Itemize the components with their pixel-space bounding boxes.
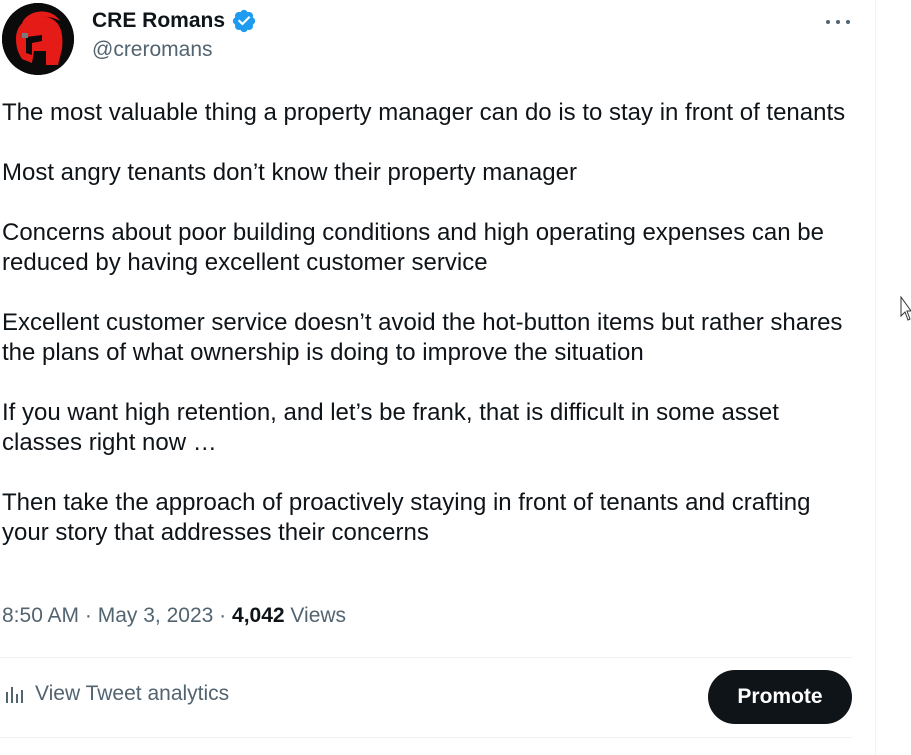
tweet-date[interactable]: May 3, 2023: [98, 604, 214, 627]
views-count: 4,042: [232, 604, 285, 627]
author-display-name[interactable]: CRE Romans: [92, 9, 225, 33]
meta-separator: ·: [219, 604, 227, 627]
author-handle[interactable]: @creromans: [92, 38, 257, 62]
tweet-metadata: 8:50 AM · May 3, 2023 · 4,042 Views: [2, 604, 346, 628]
promote-button[interactable]: Promote: [708, 670, 852, 724]
tweet-paragraph: The most valuable thing a property manag…: [2, 99, 846, 126]
tweet-text: The most valuable thing a property manag…: [2, 98, 862, 548]
author-block: CRE Romans @creromans: [92, 8, 257, 62]
avatar[interactable]: [2, 3, 74, 75]
analytics-label: View Tweet analytics: [35, 682, 230, 705]
spartan-helmet-logo-icon: [2, 3, 74, 75]
view-analytics-link[interactable]: View Tweet analytics: [4, 682, 229, 706]
bar-chart-icon: [6, 687, 23, 703]
tweet-paragraph: Concerns about poor building conditions …: [2, 219, 824, 276]
author-name-row: CRE Romans: [92, 8, 257, 34]
tweet-paragraph: If you want high retention, and let’s be…: [2, 399, 779, 456]
divider: [0, 657, 852, 658]
verified-badge-icon[interactable]: [231, 8, 257, 34]
divider: [0, 737, 852, 738]
meta-separator: ·: [84, 604, 92, 627]
mouse-cursor-icon: [900, 296, 911, 321]
tweet-paragraph: Then take the approach of proactively st…: [2, 489, 811, 546]
more-options-icon[interactable]: [824, 12, 852, 32]
tweet-time[interactable]: 8:50 AM: [2, 604, 79, 627]
tweet-paragraph: Most angry tenants don’t know their prop…: [2, 159, 577, 186]
tweet-paragraph: Excellent customer service doesn’t avoid…: [2, 309, 843, 366]
tweet-container: CRE Romans @creromans The most valuable …: [0, 0, 876, 755]
views-label: Views: [290, 604, 347, 627]
